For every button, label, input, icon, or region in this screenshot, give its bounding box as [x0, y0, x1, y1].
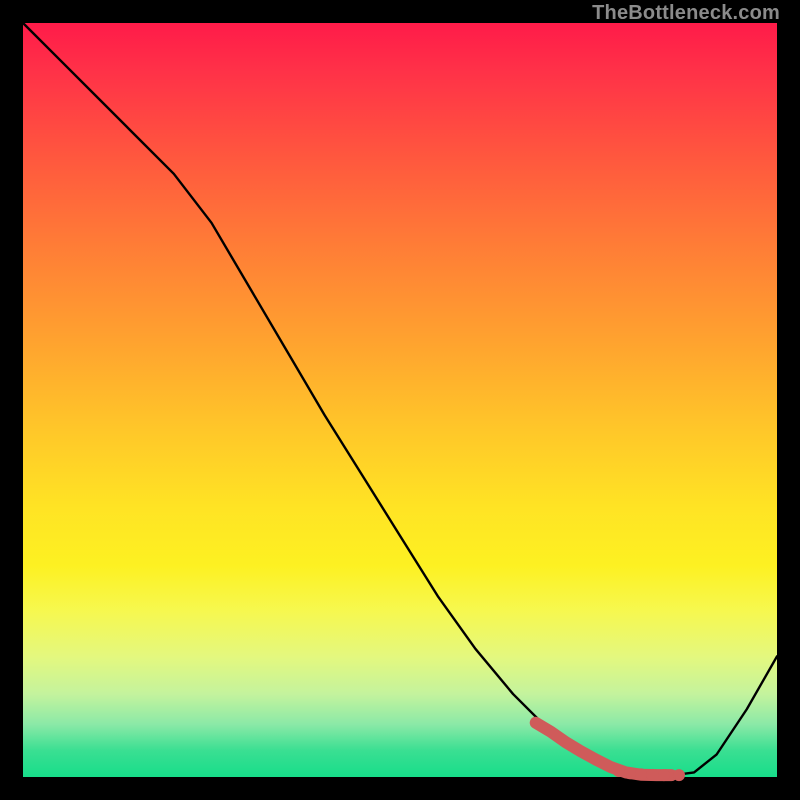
chart-frame	[23, 23, 777, 777]
chart-overlay	[23, 23, 777, 777]
optimal-dot	[647, 769, 659, 781]
optimal-dot	[658, 769, 670, 781]
optimal-dot	[613, 765, 625, 777]
optimal-dot	[635, 768, 647, 780]
optimal-range-highlight	[536, 723, 672, 775]
bottleneck-curve	[23, 23, 777, 775]
optimal-dot	[673, 769, 685, 781]
optimal-dot	[624, 767, 636, 779]
watermark-text: TheBottleneck.com	[592, 2, 780, 25]
